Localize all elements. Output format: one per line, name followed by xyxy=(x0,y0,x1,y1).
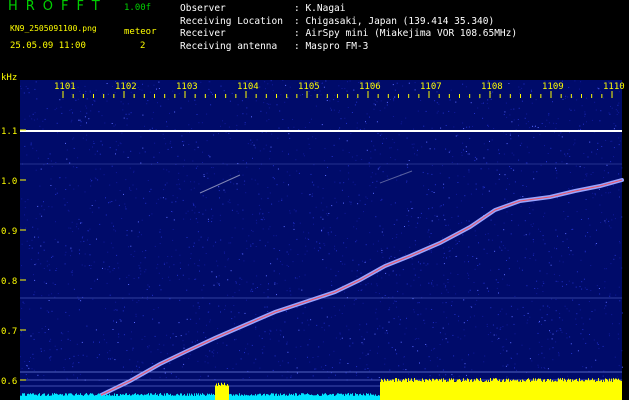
info-row-receiver: Receiver: AirSpy mini (Miakejima VOR 108… xyxy=(180,28,518,39)
info-row-antenna: Receiving antenna: Maspro FM-3 xyxy=(180,40,369,52)
app-title: HROFFT xyxy=(8,0,108,14)
header: HROFFT 1.00f KN9_2505091100.png meteor 2… xyxy=(0,0,629,72)
time-tick-label: 1107 xyxy=(420,82,442,92)
info-label: Observer xyxy=(180,3,226,14)
time-tick-label: 1105 xyxy=(298,82,320,92)
info-label: Receiving Location xyxy=(180,15,283,27)
freq-tick-label: 0.6 xyxy=(1,377,17,387)
time-tick-label: 1104 xyxy=(237,82,259,92)
spectrogram-background xyxy=(20,80,622,400)
station-info: Observer: K.Nagai Receiving Location: Ch… xyxy=(180,3,517,53)
freq-tick-label: 1.1 xyxy=(1,127,17,137)
time-tick-label: 1108 xyxy=(481,82,503,92)
info-label: Receiver xyxy=(180,28,226,39)
info-value: K.Nagai xyxy=(305,3,346,14)
info-value: Maspro FM-3 xyxy=(305,40,369,52)
time-tick-label: 1102 xyxy=(115,82,137,92)
freq-tick-label: 0.9 xyxy=(1,227,17,237)
info-value: Chigasaki, Japan (139.414 35.340) xyxy=(305,15,495,27)
info-label: Receiving antenna xyxy=(180,40,278,52)
info-row-observer: Observer: K.Nagai xyxy=(180,3,346,14)
freq-tick-label: 1.0 xyxy=(1,177,17,187)
info-value: AirSpy mini (Miakejima VOR 108.65MHz) xyxy=(305,28,518,39)
freq-tick-label: 0.8 xyxy=(1,277,17,287)
version-label: 1.00f xyxy=(124,3,152,13)
time-tick-label: 1109 xyxy=(542,82,564,92)
date-time: 25.05.09 11:00 xyxy=(10,41,86,51)
event-count: 2 xyxy=(140,41,146,51)
time-tick-label: 1106 xyxy=(359,82,381,92)
time-tick-label: 1110 xyxy=(603,82,625,92)
mode-label: meteor xyxy=(124,27,157,37)
time-tick-label: 1101 xyxy=(54,82,76,92)
time-tick-label: 1103 xyxy=(176,82,198,92)
info-row-location: Receiving Location: Chigasaki, Japan (13… xyxy=(180,15,495,27)
spectrogram: 1101 1102 1103 1104 1105 1106 1107 1108 1109 1110… xyxy=(1,80,625,400)
freq-tick-label: 0.7 xyxy=(1,327,17,337)
file-name: KN9_2505091100.png xyxy=(10,24,97,33)
